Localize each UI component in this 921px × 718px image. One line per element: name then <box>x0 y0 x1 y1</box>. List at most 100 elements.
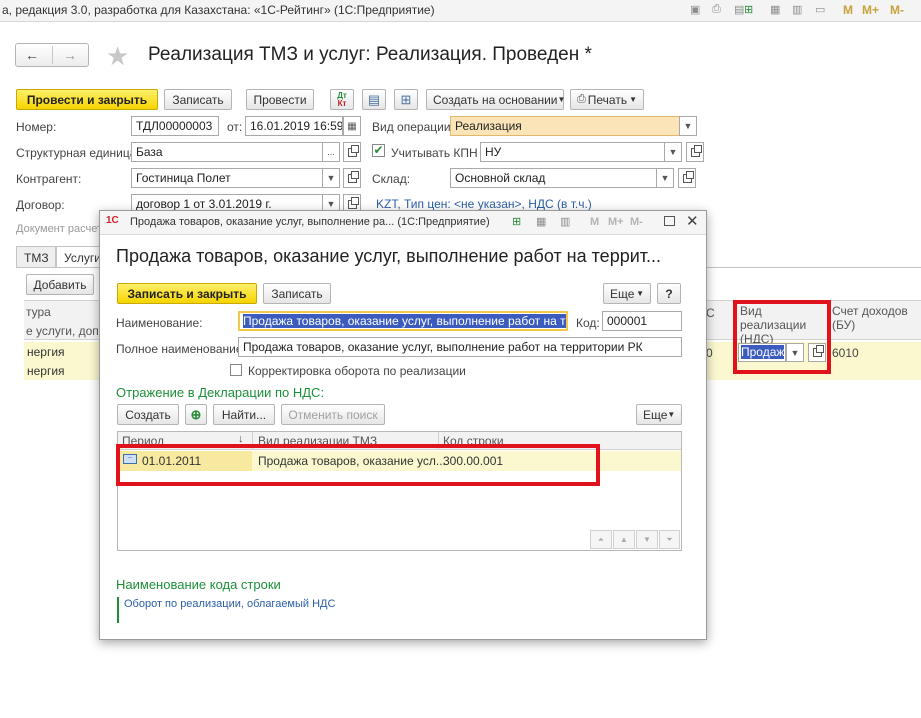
structural-unit-select[interactable]: ... <box>322 142 340 162</box>
structural-unit-open[interactable] <box>343 142 361 162</box>
dialog-memory-mplus[interactable]: M+ <box>608 216 624 228</box>
dialog-memory-m[interactable]: M <box>590 216 599 228</box>
number-field[interactable]: ТДЛ00000003 <box>131 116 219 136</box>
chevron-down-icon: ▼ <box>557 95 566 104</box>
name-label: Наименование: <box>116 316 203 330</box>
chevron-down-icon: ▼ <box>629 95 637 104</box>
number-label: Номер: <box>16 120 57 134</box>
kpn-checkbox[interactable]: ✔ <box>372 144 385 157</box>
operation-type-dropdown[interactable]: ▼ <box>679 116 697 136</box>
kpn-label: Учитывать КПН <box>391 146 478 160</box>
scroll-last-icon[interactable]: ⏷ <box>659 530 680 549</box>
find-button[interactable]: Найти... <box>213 404 275 425</box>
section-more-button[interactable]: Еще ▼ <box>636 404 682 425</box>
name-field[interactable]: Продажа товаров, оказание услуг, выполне… <box>238 311 568 331</box>
schet-dohodov-value: 6010 <box>832 346 859 360</box>
open-icon <box>347 196 359 209</box>
row-code-name-bar <box>117 597 119 623</box>
back-arrow-icon[interactable]: ← <box>25 47 39 63</box>
save-and-close-button[interactable]: Записать и закрыть <box>117 283 257 304</box>
operation-type-field[interactable]: Реализация <box>450 116 680 136</box>
date-picker-button[interactable]: ▦ <box>343 116 361 136</box>
row-name: нергия <box>27 345 65 359</box>
calendar-icon[interactable]: ▥ <box>792 3 802 16</box>
kpn-open[interactable] <box>686 142 704 162</box>
col-schet-dohodov-header: Счет доходов (БУ) <box>832 304 908 332</box>
dialog-more-button[interactable]: Еще ▼ <box>603 283 651 304</box>
full-name-label: Полное наименование: <box>116 342 246 356</box>
print-icon[interactable]: ⎙ <box>712 3 721 16</box>
contractor-dropdown[interactable]: ▼ <box>322 168 340 188</box>
dialog-window-title: Продажа товаров, оказание услуг, выполне… <box>130 216 490 228</box>
scroll-up-icon[interactable]: ▲ <box>613 530 635 549</box>
create-based-on-label: Создать на основании <box>433 92 558 107</box>
open-icon <box>347 144 359 157</box>
contractor-field[interactable]: Гостиница Полет <box>131 168 323 188</box>
attach-icon[interactable]: ⊞ <box>744 3 753 16</box>
window-icon[interactable]: ▭ <box>815 3 825 16</box>
highlight-grid-row <box>116 444 600 486</box>
journal-icon: ▤ <box>367 91 381 107</box>
journal-icon-button[interactable]: ▤ <box>362 89 386 110</box>
save-icon[interactable]: ▣ <box>690 3 700 16</box>
memory-mplus[interactable]: M+ <box>862 3 879 17</box>
warehouse-dropdown[interactable]: ▼ <box>656 168 674 188</box>
name-value: Продажа товаров, оказание услуг, выполне… <box>243 314 566 328</box>
scroll-down-icon[interactable]: ▼ <box>636 530 658 549</box>
tab-tmz[interactable]: ТМЗ <box>16 246 56 268</box>
more-label: Еще <box>643 407 668 422</box>
date-field[interactable]: 16.01.2019 16:59:5 <box>245 116 343 136</box>
forward-arrow-icon[interactable]: → <box>63 47 77 63</box>
calculator-icon[interactable]: ▦ <box>536 215 546 228</box>
app-title-bar: а, редакция 3.0, разработка для Казахста… <box>0 0 921 22</box>
create-based-on-button[interactable]: Создать на основании ▼ <box>426 89 566 110</box>
calendar-icon[interactable]: ▥ <box>560 215 570 228</box>
create-button[interactable]: Создать <box>117 404 179 425</box>
contractor-open[interactable] <box>343 168 361 188</box>
save-button[interactable]: Записать <box>164 89 232 110</box>
warehouse-field[interactable]: Основной склад <box>450 168 657 188</box>
add-row-button[interactable]: Добавить <box>26 274 94 295</box>
code-label: Код: <box>576 316 600 330</box>
warehouse-open[interactable] <box>678 168 696 188</box>
nav-back-forward: ← → <box>15 43 89 67</box>
help-button[interactable]: ? <box>657 283 681 304</box>
structural-unit-field[interactable]: База <box>131 142 323 162</box>
structure-icon-button[interactable]: ⊞ <box>394 89 418 110</box>
kpn-dropdown[interactable]: ▼ <box>664 142 682 162</box>
more-label: Еще <box>610 286 635 301</box>
open-icon <box>347 170 359 183</box>
structure-icon: ⊞ <box>400 91 412 107</box>
col-c-header: С <box>706 306 715 320</box>
memory-m[interactable]: M <box>843 3 853 17</box>
scroll-first-icon[interactable]: ⏶ <box>590 530 612 549</box>
correction-label: Корректировка оборота по реализации <box>248 364 466 378</box>
attach-icon[interactable]: ⊞ <box>512 215 521 228</box>
full-name-field[interactable]: Продажа товаров, оказание услуг, выполне… <box>238 337 682 357</box>
kpn-field[interactable]: НУ <box>480 142 665 162</box>
dialog-save-button[interactable]: Записать <box>263 283 331 304</box>
cancel-search-button[interactable]: Отменить поиск <box>281 404 385 425</box>
1c-logo-icon: 1С <box>106 215 119 226</box>
preview-icon[interactable]: ▤ <box>734 3 744 16</box>
code-field[interactable]: 000001 <box>602 311 682 331</box>
dialog-memory-mminus[interactable]: M- <box>630 216 643 228</box>
chevron-down-icon: ▼ <box>636 289 644 298</box>
memory-mminus[interactable]: M- <box>890 3 904 17</box>
dtkt-button[interactable]: Дт Кт <box>330 89 354 110</box>
chevron-down-icon: ▼ <box>667 410 676 419</box>
row-code-name-text[interactable]: Оборот по реализации, облагаемый НДС <box>124 598 335 610</box>
price-type-link[interactable]: KZT, Тип цен: <не указан>, НДС (в т.ч.) <box>376 197 592 211</box>
copy-add-button[interactable]: ⊕ <box>185 404 207 425</box>
calculator-icon[interactable]: ▦ <box>770 3 780 16</box>
post-button[interactable]: Провести <box>246 89 314 110</box>
printer-icon: ⎙ <box>577 93 586 105</box>
favorite-star-icon[interactable]: ★ <box>106 41 129 72</box>
row-code-name-title: Наименование кода строки <box>116 577 281 592</box>
correction-checkbox[interactable] <box>230 364 242 376</box>
print-button[interactable]: ⎙ Печать ▼ <box>570 89 644 110</box>
tab-services-label: Услуги <box>64 251 101 265</box>
post-and-close-button[interactable]: Провести и закрыть <box>16 89 158 110</box>
close-icon[interactable]: ✕ <box>686 212 699 230</box>
maximize-icon[interactable] <box>664 216 675 226</box>
